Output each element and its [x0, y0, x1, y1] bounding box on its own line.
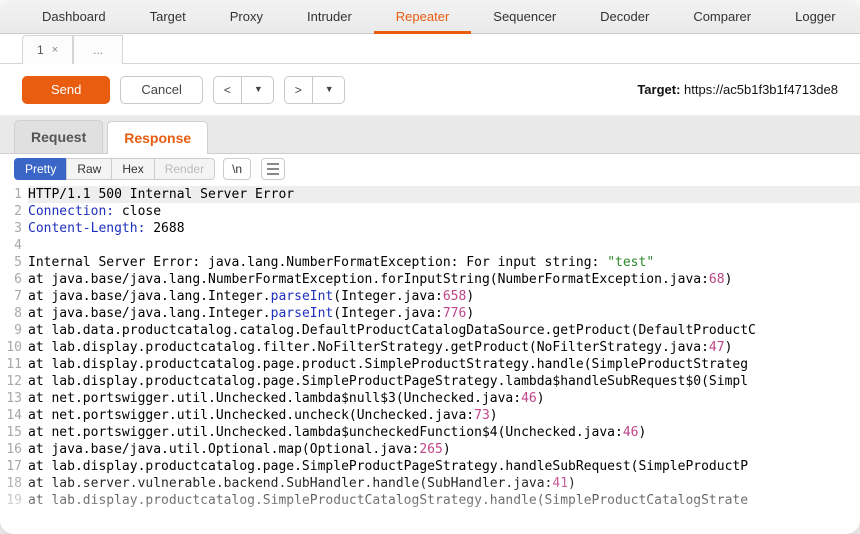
code-line: HTTP/1.1 500 Internal Server Error — [28, 186, 860, 203]
target-label: Target: — [637, 82, 684, 97]
hamburger-icon — [267, 163, 279, 165]
line-number: 12 — [0, 373, 22, 390]
line-number: 3 — [0, 220, 22, 237]
repeater-subtabs: 1 × ... — [0, 34, 860, 64]
line-number: 14 — [0, 407, 22, 424]
tab-response[interactable]: Response — [107, 121, 208, 154]
response-editor[interactable]: 12345678910111213141516171819 HTTP/1.1 5… — [0, 184, 860, 534]
code-line: at java.base/java.lang.Integer.parseInt(… — [28, 288, 860, 305]
target-display[interactable]: Target: https://ac5b1f3b1f4713de8 — [637, 82, 838, 97]
history-back-group: < ▼ — [213, 76, 274, 104]
main-tab-proxy[interactable]: Proxy — [208, 0, 285, 34]
main-tab-comparer[interactable]: Comparer — [671, 0, 773, 34]
line-gutter: 12345678910111213141516171819 — [0, 184, 28, 534]
main-tab-sequencer[interactable]: Sequencer — [471, 0, 578, 34]
main-tab-strip: DashboardTargetProxyIntruderRepeaterSequ… — [0, 0, 860, 34]
history-back-menu[interactable]: ▼ — [241, 76, 274, 104]
code-line: at lab.data.productcatalog.catalog.Defau… — [28, 322, 860, 339]
code-line: at java.base/java.util.Optional.map(Opti… — [28, 441, 860, 458]
code-line: at lab.display.productcatalog.page.Simpl… — [28, 373, 860, 390]
line-number: 1 — [0, 186, 22, 203]
line-number: 17 — [0, 458, 22, 475]
line-number: 16 — [0, 441, 22, 458]
code-line: at net.portswigger.util.Unchecked.unchec… — [28, 407, 860, 424]
tab-request[interactable]: Request — [14, 120, 103, 153]
code-line: at lab.display.productcatalog.filter.NoF… — [28, 339, 860, 356]
target-url: https://ac5b1f3b1f4713de8 — [684, 82, 838, 97]
line-number: 6 — [0, 271, 22, 288]
line-number: 8 — [0, 305, 22, 322]
main-tab-target[interactable]: Target — [128, 0, 208, 34]
code-line: at lab.display.productcatalog.page.Simpl… — [28, 458, 860, 475]
history-forward-group: > ▼ — [284, 76, 345, 104]
close-icon[interactable]: × — [52, 44, 58, 56]
repeater-tab-add[interactable]: ... — [73, 35, 123, 64]
code-line: at net.portswigger.util.Unchecked.lambda… — [28, 424, 860, 441]
line-number: 9 — [0, 322, 22, 339]
line-number: 19 — [0, 492, 22, 509]
toolbar: Send Cancel < ▼ > ▼ Target: https://ac5b… — [0, 64, 860, 116]
view-render[interactable]: Render — [154, 158, 215, 180]
line-number: 4 — [0, 237, 22, 254]
line-number: 11 — [0, 356, 22, 373]
code-line: Internal Server Error: java.lang.NumberF… — [28, 254, 860, 271]
code-line: at lab.display.productcatalog.page.produ… — [28, 356, 860, 373]
code-line: Connection: close — [28, 203, 860, 220]
main-tab-intruder[interactable]: Intruder — [285, 0, 374, 34]
line-number: 5 — [0, 254, 22, 271]
view-mode-bar: Pretty Raw Hex Render \n — [0, 154, 860, 184]
main-tab-repeater[interactable]: Repeater — [374, 0, 471, 34]
main-tab-logger[interactable]: Logger — [773, 0, 857, 34]
line-number: 10 — [0, 339, 22, 356]
code-line — [28, 237, 860, 254]
toggle-newline[interactable]: \n — [223, 158, 251, 180]
line-number: 18 — [0, 475, 22, 492]
line-number: 7 — [0, 288, 22, 305]
app-window: DashboardTargetProxyIntruderRepeaterSequ… — [0, 0, 860, 534]
main-tab-dashboard[interactable]: Dashboard — [20, 0, 128, 34]
chevron-down-icon: ▼ — [325, 84, 334, 94]
code-line: at java.base/java.lang.NumberFormatExcep… — [28, 271, 860, 288]
code-line: at lab.server.vulnerable.backend.SubHand… — [28, 475, 860, 492]
code-line: Content-Length: 2688 — [28, 220, 860, 237]
message-actions-menu[interactable] — [261, 158, 285, 180]
view-raw[interactable]: Raw — [66, 158, 111, 180]
history-forward-button[interactable]: > — [284, 76, 312, 104]
history-back-button[interactable]: < — [213, 76, 241, 104]
main-tab-decoder[interactable]: Decoder — [578, 0, 671, 34]
repeater-tab-1[interactable]: 1 × — [22, 35, 73, 64]
view-hex[interactable]: Hex — [111, 158, 153, 180]
code-line: at lab.display.productcatalog.SimpleProd… — [28, 492, 860, 509]
history-forward-menu[interactable]: ▼ — [312, 76, 345, 104]
send-button[interactable]: Send — [22, 76, 110, 104]
code-line: at net.portswigger.util.Unchecked.lambda… — [28, 390, 860, 407]
line-number: 15 — [0, 424, 22, 441]
chevron-down-icon: ▼ — [254, 84, 263, 94]
line-number: 2 — [0, 203, 22, 220]
repeater-tab-1-label: 1 — [37, 43, 44, 57]
response-body[interactable]: HTTP/1.1 500 Internal Server ErrorConnec… — [28, 184, 860, 534]
code-line: at java.base/java.lang.Integer.parseInt(… — [28, 305, 860, 322]
ellipsis-label: ... — [93, 43, 103, 57]
line-number: 13 — [0, 390, 22, 407]
view-pretty[interactable]: Pretty — [14, 158, 66, 180]
cancel-button[interactable]: Cancel — [120, 76, 202, 104]
message-tabs: Request Response — [0, 116, 860, 154]
